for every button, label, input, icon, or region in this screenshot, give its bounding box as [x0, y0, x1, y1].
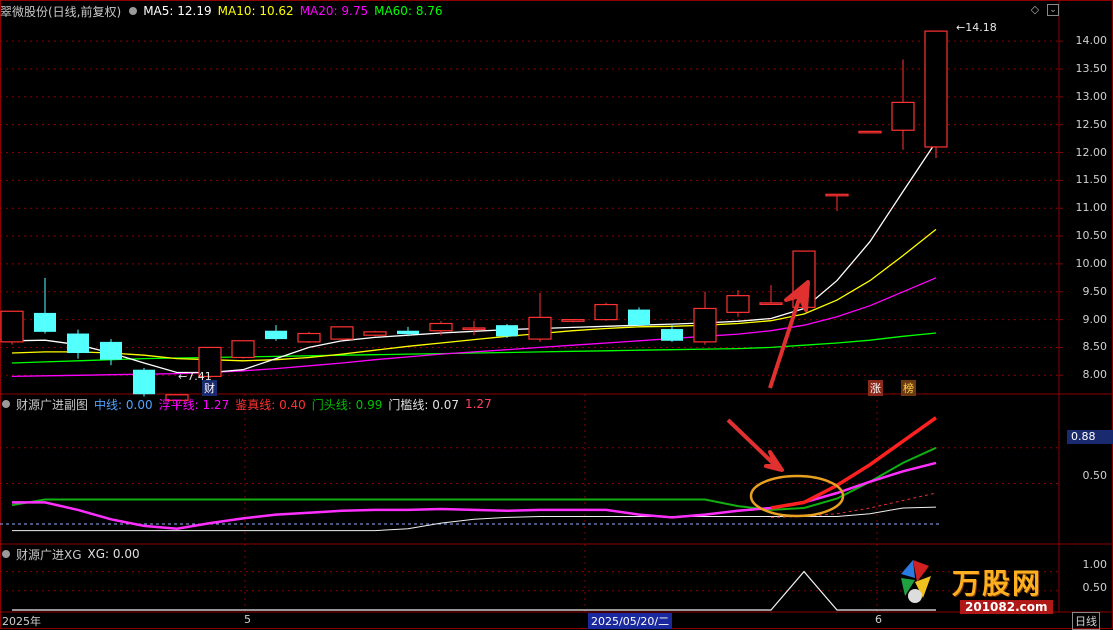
ma20-label: MA20: 9.75 [299, 4, 369, 18]
chart-canvas[interactable] [0, 0, 1113, 629]
door-line [11, 446, 937, 511]
sub1-title: 财源广进副图 [16, 397, 89, 412]
candle-body-down [496, 325, 518, 337]
sub2-title: 财源广进XG [16, 547, 82, 562]
high-price-label: ←14.18 [956, 21, 997, 34]
price-axis-label: 12.50 [1075, 117, 1108, 131]
price-axis-label: 8.00 [1082, 368, 1108, 382]
candle-body-up [0, 310, 24, 343]
sub1-current-value: 0.88 [1067, 430, 1113, 444]
candle-body-up [693, 307, 717, 343]
candle-body-up [297, 332, 321, 343]
candle-body-up [231, 340, 255, 359]
xg-label: XG: 0.00 [87, 547, 140, 561]
mid-line-label: 中线: 0.00 [94, 397, 153, 412]
red-arrow-sub [726, 418, 784, 472]
sub2-header: 财源广进XG XG: 0.00 [0, 545, 146, 563]
ma5-label: MA5: 12.19 [143, 4, 212, 18]
cursor-date: 2025/05/20/二 [588, 613, 673, 629]
candle-body-down [34, 312, 56, 332]
ma60-line [11, 332, 937, 364]
candle-body-up [561, 319, 585, 322]
brand-logo-icon [895, 556, 935, 608]
ma10-label: MA10: 10.62 [217, 4, 294, 18]
price-axis-label: 11.50 [1075, 173, 1108, 187]
candle-body-down [133, 369, 155, 395]
candle-body-down [100, 341, 122, 360]
stock-title: 翠微股份(日线,前复权) [0, 4, 122, 19]
price-axis-label: 9.50 [1082, 284, 1108, 298]
door-line-label: 门头线: 0.99 [311, 397, 383, 412]
price-axis-label: 13.00 [1075, 89, 1108, 103]
axis-june: 6 [875, 613, 882, 626]
cai-marker[interactable]: 财 [202, 380, 217, 396]
sub1-axis-mid: 0.50 [1082, 469, 1108, 482]
candle-body-up [429, 322, 453, 332]
candle-body-down [661, 329, 683, 341]
candle-body-up [858, 130, 882, 134]
price-axis-label: 14.00 [1075, 34, 1108, 48]
float-line-label: 浮平线: 1.27 [158, 397, 230, 412]
price-axis-label: 8.50 [1082, 340, 1108, 354]
axis-may: 5 [244, 613, 251, 626]
candle-body-down [67, 333, 89, 354]
sub2-axis-050: 0.50 [1082, 581, 1108, 594]
candle-body-up [594, 303, 618, 321]
brand-url: 201082.com [960, 600, 1053, 614]
price-axis-label: 9.00 [1082, 312, 1108, 326]
price-axis-label: 12.00 [1075, 145, 1108, 159]
bang-marker[interactable]: 榜 [901, 380, 916, 396]
candle-body-up [726, 295, 750, 313]
candle-body-up [330, 326, 354, 340]
price-axis-label: 10.00 [1075, 256, 1108, 270]
candle-body-down [265, 330, 287, 340]
axis-start-year: 2025年 [2, 615, 41, 628]
sub2-axis-1: 1.00 [1082, 558, 1108, 571]
threshold-line-label: 门槛线: 0.07 [388, 397, 459, 412]
candle-body-up [924, 30, 948, 148]
candle-body-up [825, 193, 849, 197]
sub2-settings-dot-icon[interactable] [2, 550, 10, 558]
price-axis-label: 13.50 [1075, 61, 1108, 75]
true-line [770, 416, 938, 510]
true-line-label: 鉴真线: 0.40 [235, 397, 306, 412]
brand-name: 万股网 [952, 567, 1043, 600]
sub1-settings-dot-icon[interactable] [2, 400, 10, 408]
threshold-extra-value: 1.27 [464, 397, 492, 411]
zhang-marker[interactable]: 涨 [868, 380, 883, 396]
price-axis-label: 11.00 [1075, 201, 1108, 215]
candle-body-up [462, 327, 486, 331]
sub1-header: 财源广进副图 中线: 0.00 浮平线: 1.27 鉴真线: 0.40 门头线:… [0, 395, 498, 413]
candle-body-up [528, 316, 552, 340]
period-selector[interactable]: 日线 [1072, 612, 1100, 630]
candle-body-up [363, 331, 387, 336]
settings-dot-icon[interactable] [129, 7, 138, 15]
candle-body-up [759, 302, 783, 305]
main-chart-header: 翠微股份(日线,前复权) MA5: 12.19 MA10: 10.62 MA20… [0, 2, 449, 20]
red-arrow-main [768, 280, 810, 389]
candle-body-down [628, 309, 650, 326]
price-axis-label: 10.50 [1075, 229, 1108, 243]
candle-body-up [891, 101, 915, 131]
candle-body-down [397, 330, 419, 335]
diamond-icon[interactable]: ◇ [1029, 4, 1041, 16]
ma60-label: MA60: 8.76 [374, 4, 443, 18]
collapse-icon[interactable]: ⌄ [1047, 4, 1059, 16]
